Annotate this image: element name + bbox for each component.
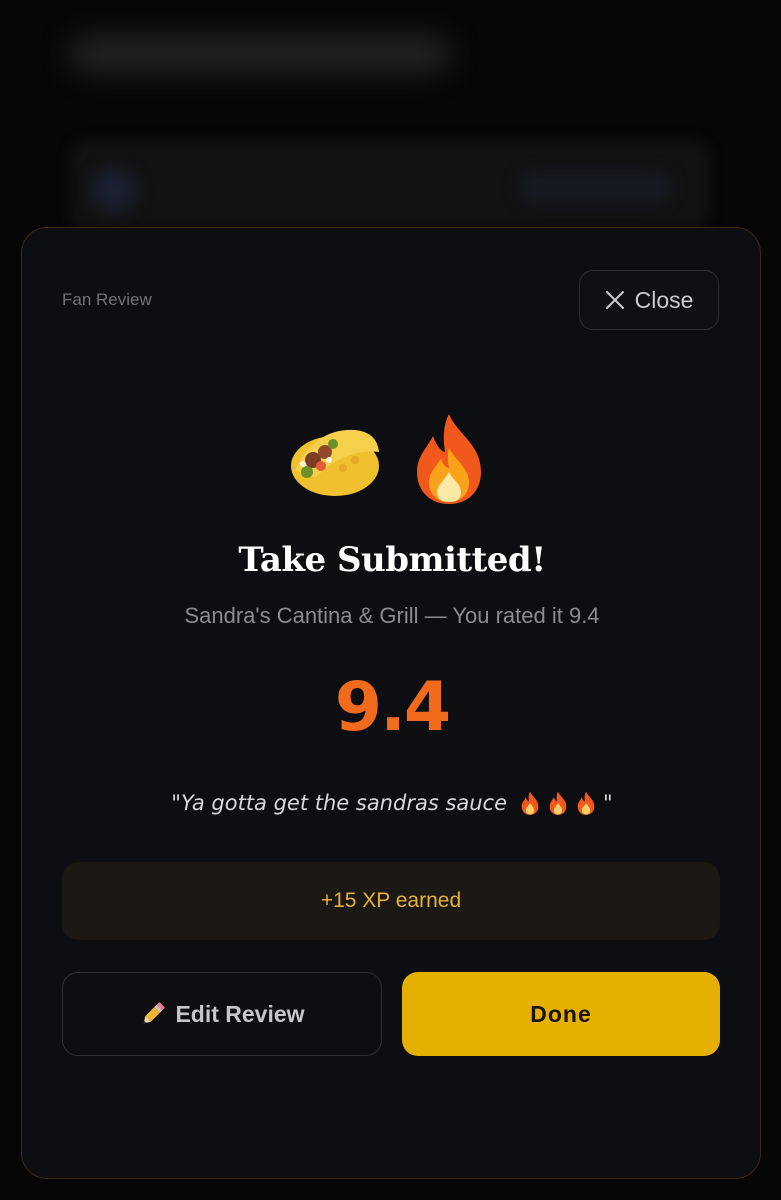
fire-icon <box>521 791 539 815</box>
done-button[interactable]: Done <box>402 972 720 1056</box>
fire-icon <box>577 791 595 815</box>
review-confirmation-sheet: Fan Review Close Take Submitted! Sandra'… <box>21 227 761 1179</box>
background-title-blur <box>70 35 450 73</box>
restaurant-rating-summary: Sandra's Cantina & Grill — You rated it … <box>184 603 600 628</box>
review-quote-end: " <box>603 791 613 815</box>
fire-emojis <box>517 790 599 816</box>
sheet-label: Fan Review <box>62 290 152 309</box>
close-icon <box>605 290 625 310</box>
background-avatar-blur <box>92 168 136 212</box>
headline: Take Submitted! <box>238 540 546 580</box>
pencil-icon <box>144 1002 166 1024</box>
close-label: Close <box>634 286 694 313</box>
review-quote-text: "Ya gotta get the sandras sauce <box>171 791 508 815</box>
xp-earned-banner: +15 XP earned <box>62 862 720 940</box>
taco-icon <box>291 429 379 496</box>
fire-icon <box>417 414 481 504</box>
review-quote: "Ya gotta get the sandras sauce " <box>22 790 762 816</box>
done-label: Done <box>530 1000 592 1027</box>
fire-icon <box>549 791 567 815</box>
edit-review-button[interactable]: Edit Review <box>62 972 382 1056</box>
xp-earned-text: +15 XP earned <box>320 889 462 912</box>
celebration-emojis <box>22 408 762 508</box>
close-button[interactable]: Close <box>579 270 719 330</box>
background-pill-blur <box>520 172 670 202</box>
rating-score: 9.4 <box>334 668 451 747</box>
edit-review-label: Edit Review <box>175 1000 305 1027</box>
